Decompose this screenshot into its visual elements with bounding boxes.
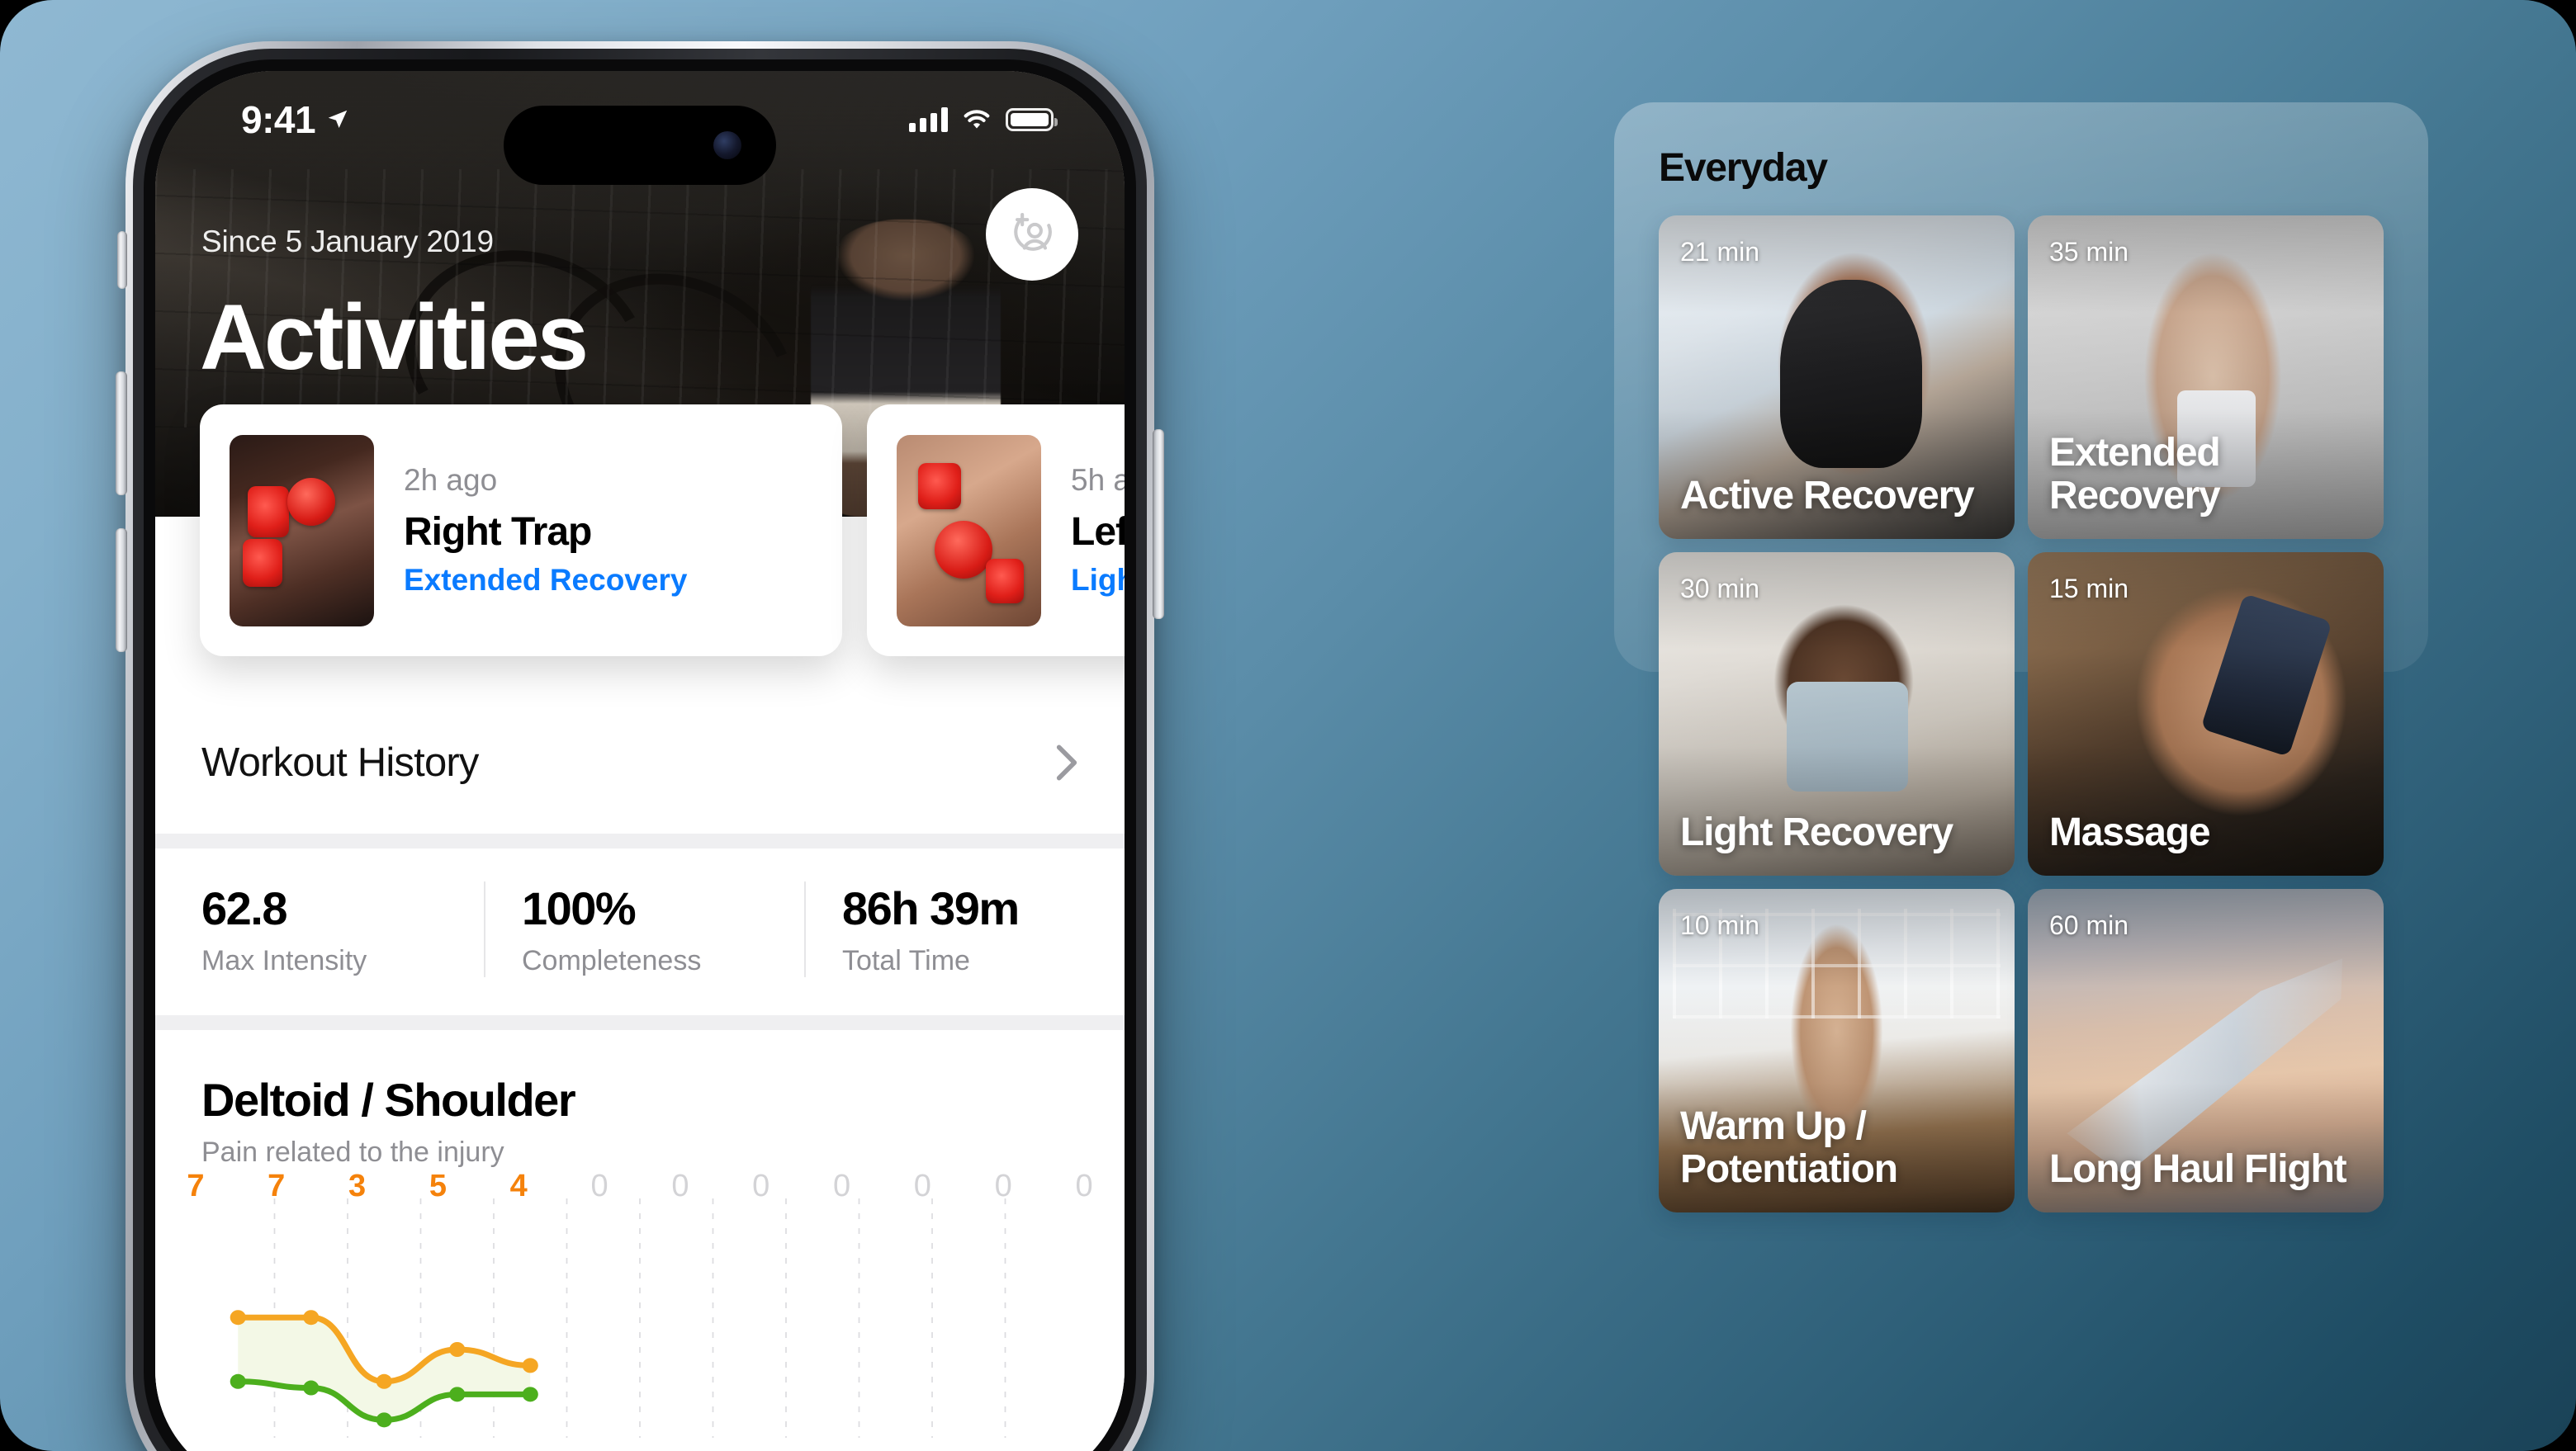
panel-title: Everyday [1659,146,1828,190]
activity-time: 2h ago [404,463,498,497]
battery-icon [1006,108,1058,131]
power-button[interactable] [1153,429,1164,619]
activity-name: Right Trap [404,510,592,554]
electrode-pad-icon [243,538,282,587]
activity-carousel[interactable]: 2h ago Right Trap Extended Recovery 5h a… [155,404,1125,656]
stat-label: Max Intensity [201,945,367,976]
tile-title: Massage [2049,811,2211,855]
everyday-tile[interactable]: 21 min Active Recovery [1659,215,2015,539]
activity-card[interactable]: 2h ago Right Trap Extended Recovery [200,404,842,656]
chart-plot-area [201,1193,1078,1441]
stat-label: Total Time [842,945,970,976]
wifi-icon [964,110,990,129]
activity-name: Left Quad [1071,510,1125,554]
tile-duration: 35 min [2049,237,2129,267]
activity-time: 5h ago [1071,463,1125,497]
stat-value: 62.8 [201,882,288,934]
tile-duration: 21 min [1680,237,1760,267]
tile-title: Extended Recovery [2049,431,2221,518]
status-bar-right [909,107,1058,132]
tile-duration: 15 min [2049,574,2129,603]
everyday-tile-grid[interactable]: 21 min Active Recovery 35 min Extended Reco… [1659,215,2384,1212]
stat-completeness: 100% Completeness [485,881,806,977]
electrode-pad-icon [248,485,289,537]
chart-subtitle: Pain related to the injury [201,1137,504,1168]
everyday-tile[interactable]: 15 min Massage [2028,552,2384,876]
since-label: Since 5 January 2019 [201,225,494,258]
activity-card[interactable]: 5h ago Left Quad Light Recovery [867,404,1125,656]
add-person-icon [1014,213,1052,251]
everyday-tile[interactable]: 30 min Light Recovery [1659,552,2015,876]
activity-meta: 2h ago Right Trap Extended Recovery [404,463,812,598]
stat-total-time: 86h 39m Total Time [806,881,1125,977]
chart-title: Deltoid / Shoulder [201,1074,576,1126]
stats-row: 62.8 Max Intensity 100% Completeness 86h… [155,848,1125,1015]
chart-svg [230,1198,1006,1438]
section-divider [155,834,1125,848]
activity-meta: 5h ago Left Quad Light Recovery [1071,463,1125,598]
stat-max-intensity: 62.8 Max Intensity [155,881,485,977]
tile-duration: 10 min [1680,910,1760,940]
electrode-pad-icon [287,477,335,526]
screenshot-canvas: 9:41 Since 5 January 2019 Activities 2h … [0,0,2576,1451]
activity-thumbnail [230,434,374,626]
stat-value: 100% [522,882,637,934]
tile-title: Warm Up / Potentiation [1680,1104,1898,1192]
electrode-pad-icon [935,520,992,579]
activity-thumbnail [897,434,1041,626]
mute-switch-button[interactable] [117,231,127,289]
chart-section-header: Deltoid / Shoulder Pain related to the i… [155,1030,1125,1169]
phone-screen: 9:41 Since 5 January 2019 Activities 2h … [155,71,1125,1451]
page-title: Activities [200,286,589,389]
stat-value: 86h 39m [842,882,1020,934]
tile-title: Light Recovery [1680,811,1953,855]
electrode-pad-icon [986,558,1024,603]
everyday-tile[interactable]: 35 min Extended Recovery [2028,215,2384,539]
tile-title: Long Haul Flight [2049,1147,2347,1192]
everyday-tile[interactable]: 10 min Warm Up / Potentiation [1659,889,2015,1212]
volume-down-button[interactable] [116,528,127,652]
cellular-signal-icon [909,107,948,132]
workout-history-label: Workout History [201,740,479,785]
tile-duration: 60 min [2049,910,2129,940]
status-bar-left: 9:41 [241,97,350,142]
electrode-pad-icon [918,462,961,509]
add-person-button[interactable] [986,188,1078,281]
stat-label: Completeness [522,945,702,976]
everyday-panel: Everyday 21 min Active Recovery 35 min Exte… [1614,102,2428,1212]
workout-history-row[interactable]: Workout History [155,688,1125,834]
everyday-tile[interactable]: 60 min Long Haul Flight [2028,889,2384,1212]
section-divider [155,1015,1125,1030]
clock-label: 9:41 [241,98,316,141]
pain-chart: 773540000000 [155,1169,1125,1441]
activity-type[interactable]: Light Recovery [1071,563,1125,598]
chevron-right-icon [1056,744,1077,781]
tile-title: Active Recovery [1680,474,1975,518]
volume-up-button[interactable] [116,371,127,495]
location-arrow-icon [328,110,348,128]
iphone-mockup: 9:41 Since 5 January 2019 Activities 2h … [116,41,1164,1451]
dynamic-island [504,106,776,185]
activity-type[interactable]: Extended Recovery [404,563,812,598]
tile-duration: 30 min [1680,574,1760,603]
front-camera-lens [713,131,741,159]
